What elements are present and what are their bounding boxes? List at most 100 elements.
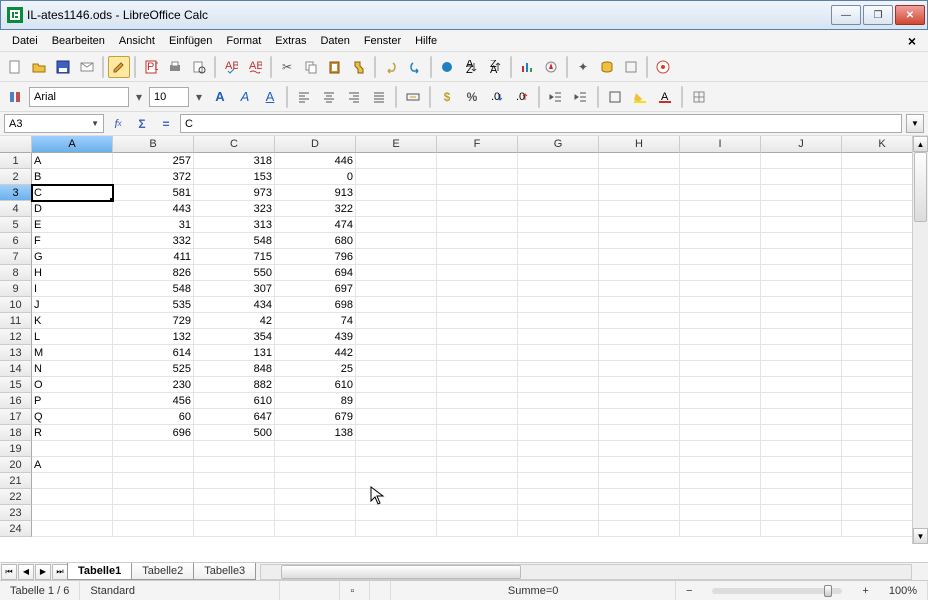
cell-I3[interactable] — [680, 185, 761, 201]
zoom-slider[interactable] — [712, 588, 842, 594]
cell-H24[interactable] — [599, 521, 680, 537]
cell-A23[interactable] — [32, 505, 113, 521]
cell-A6[interactable]: F — [32, 233, 113, 249]
cell-E21[interactable] — [356, 473, 437, 489]
cell-B7[interactable]: 411 — [113, 249, 194, 265]
cell-A13[interactable]: M — [32, 345, 113, 361]
cell-B11[interactable]: 729 — [113, 313, 194, 329]
cell-D11[interactable]: 74 — [275, 313, 356, 329]
cell-A22[interactable] — [32, 489, 113, 505]
cell-K8[interactable] — [842, 265, 923, 281]
cell-G8[interactable] — [518, 265, 599, 281]
cell-E5[interactable] — [356, 217, 437, 233]
cell-K3[interactable] — [842, 185, 923, 201]
row-header-22[interactable]: 22 — [0, 489, 32, 505]
paste-icon[interactable] — [324, 56, 346, 78]
cell-B24[interactable] — [113, 521, 194, 537]
cell-I6[interactable] — [680, 233, 761, 249]
font-size-dropdown-icon[interactable]: ▾ — [192, 86, 206, 108]
font-color-icon[interactable]: A — [654, 86, 676, 108]
cell-K24[interactable] — [842, 521, 923, 537]
cell-F2[interactable] — [437, 169, 518, 185]
row-header-6[interactable]: 6 — [0, 233, 32, 249]
cell-D22[interactable] — [275, 489, 356, 505]
cell-D12[interactable]: 439 — [275, 329, 356, 345]
cell-J11[interactable] — [761, 313, 842, 329]
cell-C4[interactable]: 323 — [194, 201, 275, 217]
horizontal-scrollbar[interactable] — [260, 564, 912, 580]
datasources-icon[interactable] — [596, 56, 618, 78]
cell-C6[interactable]: 548 — [194, 233, 275, 249]
cell-D2[interactable]: 0 — [275, 169, 356, 185]
cell-J22[interactable] — [761, 489, 842, 505]
cell-E12[interactable] — [356, 329, 437, 345]
column-header-B[interactable]: B — [113, 136, 194, 153]
cell-I7[interactable] — [680, 249, 761, 265]
column-header-I[interactable]: I — [680, 136, 761, 153]
cell-I19[interactable] — [680, 441, 761, 457]
equals-icon[interactable]: = — [156, 114, 176, 134]
cell-H20[interactable] — [599, 457, 680, 473]
cell-B12[interactable]: 132 — [113, 329, 194, 345]
cell-E6[interactable] — [356, 233, 437, 249]
cell-H6[interactable] — [599, 233, 680, 249]
cell-C22[interactable] — [194, 489, 275, 505]
cell-B21[interactable] — [113, 473, 194, 489]
merge-cells-icon[interactable] — [402, 86, 424, 108]
cell-I22[interactable] — [680, 489, 761, 505]
cell-K12[interactable] — [842, 329, 923, 345]
cell-G14[interactable] — [518, 361, 599, 377]
cell-G21[interactable] — [518, 473, 599, 489]
cell-D24[interactable] — [275, 521, 356, 537]
cell-F22[interactable] — [437, 489, 518, 505]
cell-G3[interactable] — [518, 185, 599, 201]
cell-H21[interactable] — [599, 473, 680, 489]
cell-A15[interactable]: O — [32, 377, 113, 393]
help-icon[interactable] — [652, 56, 674, 78]
cell-H13[interactable] — [599, 345, 680, 361]
cell-I2[interactable] — [680, 169, 761, 185]
remove-decimal-icon[interactable]: .0 — [511, 86, 533, 108]
cell-E16[interactable] — [356, 393, 437, 409]
cell-G4[interactable] — [518, 201, 599, 217]
cell-B10[interactable]: 535 — [113, 297, 194, 313]
cell-A11[interactable]: K — [32, 313, 113, 329]
cell-F17[interactable] — [437, 409, 518, 425]
navigator-icon[interactable] — [540, 56, 562, 78]
spreadsheet-grid[interactable]: ABCDEFGHIJK1A2573184462B37215303C5819739… — [0, 136, 928, 562]
row-header-10[interactable]: 10 — [0, 297, 32, 313]
format-paintbrush-icon[interactable] — [348, 56, 370, 78]
sheet-tab-2[interactable]: Tabelle2 — [131, 563, 194, 580]
cell-E24[interactable] — [356, 521, 437, 537]
cell-J9[interactable] — [761, 281, 842, 297]
sort-asc-icon[interactable]: AZ — [460, 56, 482, 78]
column-header-E[interactable]: E — [356, 136, 437, 153]
percent-icon[interactable]: % — [461, 86, 483, 108]
cell-D18[interactable]: 138 — [275, 425, 356, 441]
cell-H2[interactable] — [599, 169, 680, 185]
row-header-21[interactable]: 21 — [0, 473, 32, 489]
open-icon[interactable] — [28, 56, 50, 78]
sheet-nav-prev-icon[interactable]: ◀ — [18, 564, 34, 580]
autospell-icon[interactable]: ABC — [244, 56, 266, 78]
cell-I21[interactable] — [680, 473, 761, 489]
cell-F24[interactable] — [437, 521, 518, 537]
cell-A8[interactable]: H — [32, 265, 113, 281]
menu-hilfe[interactable]: Hilfe — [409, 33, 443, 49]
cell-A21[interactable] — [32, 473, 113, 489]
cell-I24[interactable] — [680, 521, 761, 537]
cell-C11[interactable]: 42 — [194, 313, 275, 329]
sort-desc-icon[interactable]: ZA — [484, 56, 506, 78]
zoom-value[interactable]: 100% — [879, 581, 928, 600]
cell-J15[interactable] — [761, 377, 842, 393]
cell-D19[interactable] — [275, 441, 356, 457]
cell-K21[interactable] — [842, 473, 923, 489]
cell-B19[interactable] — [113, 441, 194, 457]
name-box-dropdown-icon[interactable]: ▼ — [91, 119, 99, 128]
scroll-up-icon[interactable]: ▲ — [913, 136, 928, 152]
cell-G20[interactable] — [518, 457, 599, 473]
hscroll-thumb[interactable] — [281, 565, 521, 579]
cell-H10[interactable] — [599, 297, 680, 313]
cell-G16[interactable] — [518, 393, 599, 409]
cell-F14[interactable] — [437, 361, 518, 377]
